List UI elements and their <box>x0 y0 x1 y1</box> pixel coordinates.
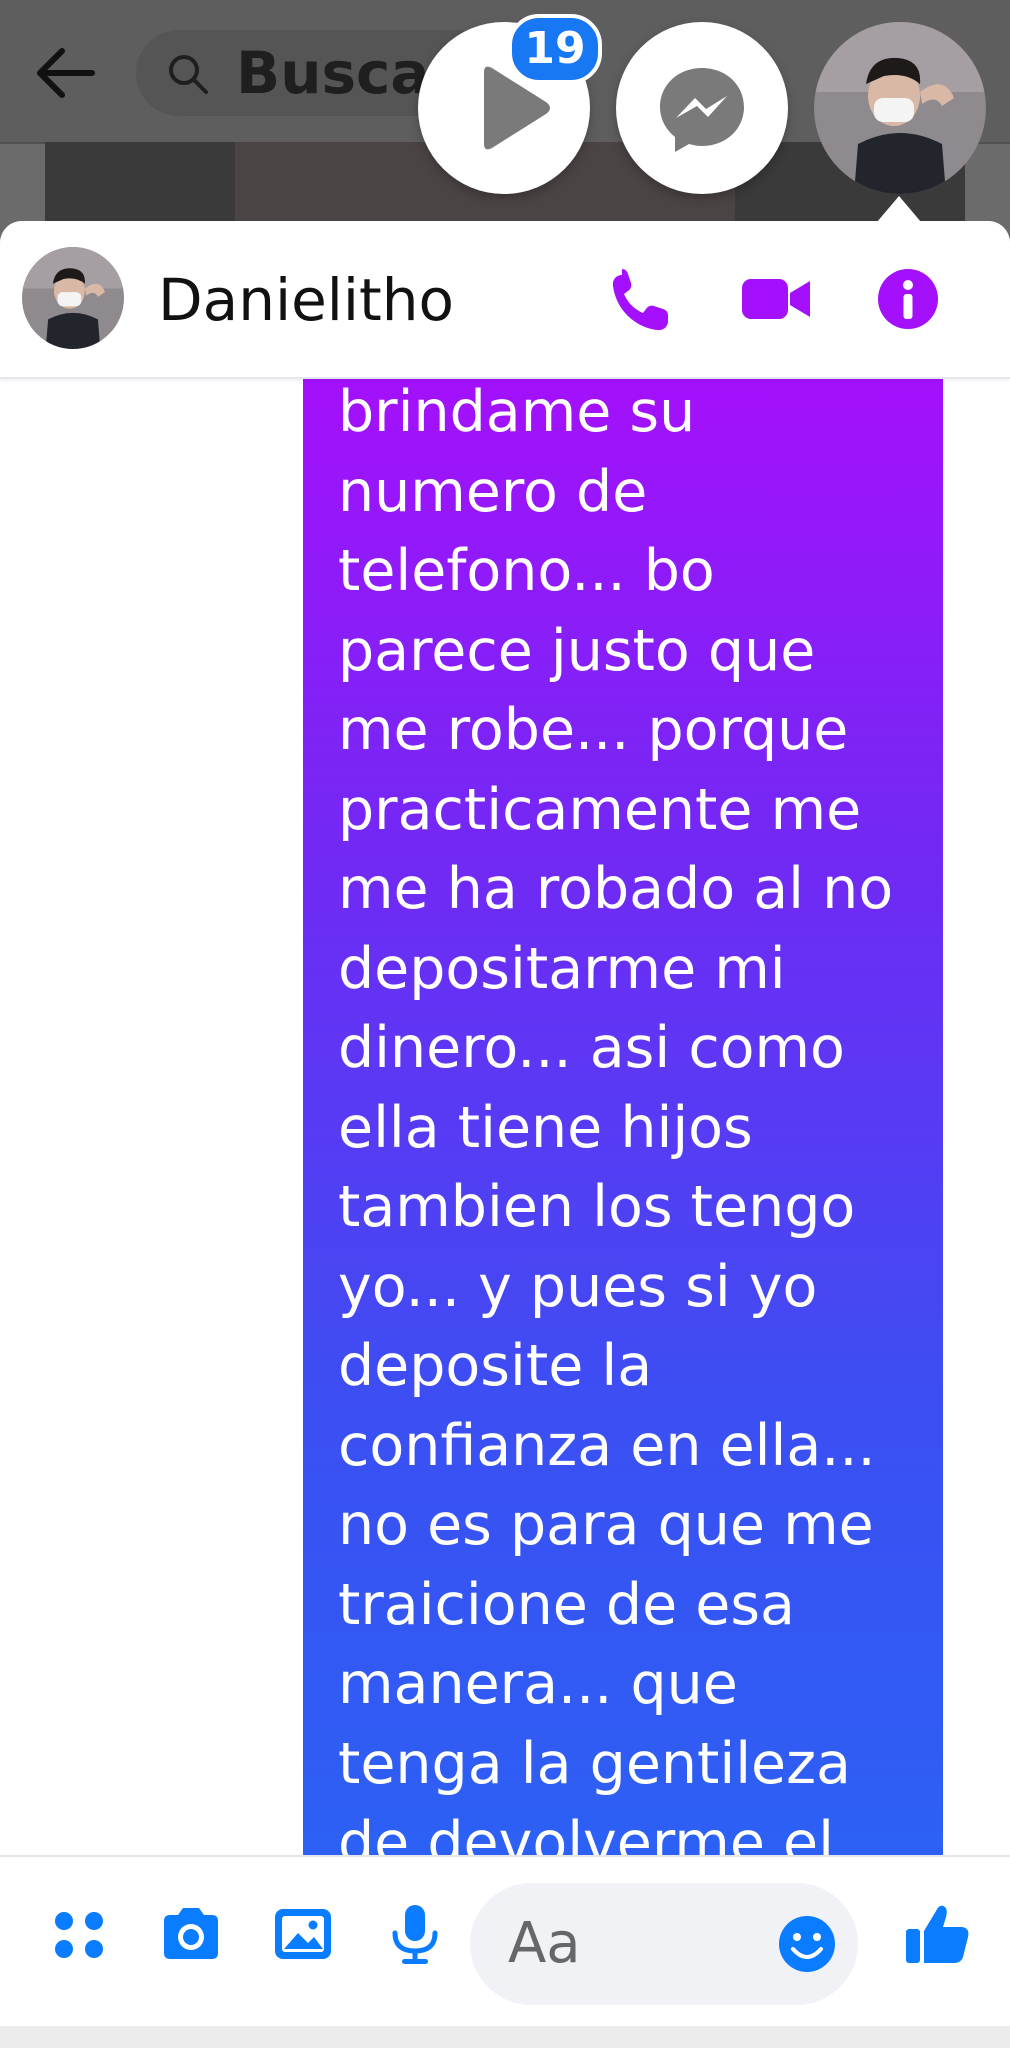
message-list[interactable]: brindame su numero de telefono... bo par… <box>0 377 1010 1855</box>
message-text: brindame su numero de telefono... bo par… <box>338 379 894 1855</box>
phone-icon[interactable] <box>602 261 678 337</box>
messenger-icon <box>660 68 744 152</box>
message-input[interactable]: Aa <box>470 1883 858 2005</box>
video-camera-icon[interactable] <box>738 261 814 337</box>
search-icon <box>169 55 208 94</box>
chat-header: Danielitho <box>0 221 1010 379</box>
camera-icon[interactable] <box>156 1899 226 1969</box>
contact-name[interactable]: Danielitho <box>158 265 454 335</box>
contact-avatar[interactable] <box>22 247 124 349</box>
avatar-photo <box>22 247 124 349</box>
video-badge-count: 19 <box>508 14 602 84</box>
message-composer: Aa <box>0 1855 1010 2026</box>
messenger-chathead-button[interactable] <box>616 22 788 194</box>
chat-panel: Danielitho brindame su numero de telefon… <box>0 221 1010 2026</box>
message-input-placeholder: Aa <box>508 1911 581 1976</box>
apps-grid-icon[interactable] <box>44 1899 114 1969</box>
avatar-photo <box>814 22 986 194</box>
outgoing-message-bubble[interactable]: brindame su numero de telefono... bo par… <box>303 377 943 1855</box>
microphone-icon[interactable] <box>380 1899 450 1969</box>
contact-chathead-avatar[interactable] <box>814 22 986 194</box>
gallery-icon[interactable] <box>268 1899 338 1969</box>
panel-pointer <box>877 196 921 222</box>
system-navigation-strip <box>0 2026 1010 2048</box>
emoji-icon[interactable] <box>776 1913 838 1975</box>
like-thumb-icon[interactable] <box>900 1897 974 1971</box>
back-arrow-icon[interactable] <box>30 38 100 108</box>
info-icon[interactable] <box>870 261 946 337</box>
